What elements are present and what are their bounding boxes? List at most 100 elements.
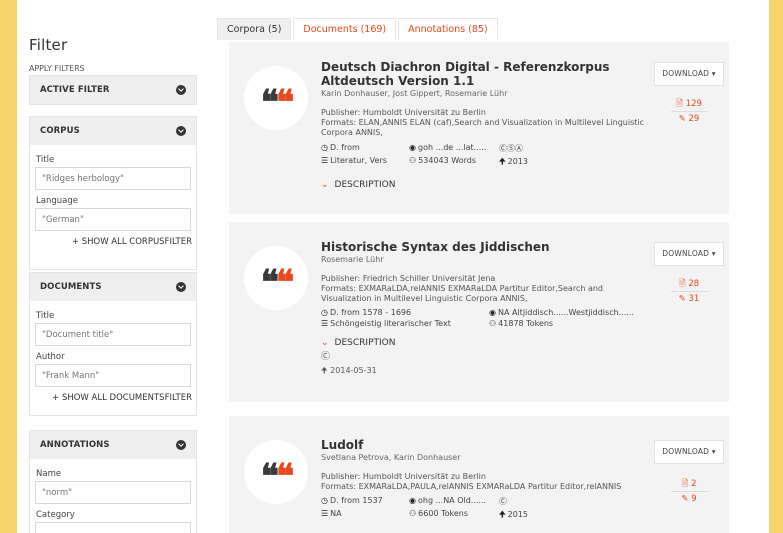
quote-icon: ❝ (276, 83, 294, 123)
download-button[interactable]: DOWNLOAD ▾ (654, 62, 724, 86)
result-formats: Formats: ELAN,ANNIS ELAN (caf),Search an… (321, 118, 645, 137)
result-authors: Karin Donhauser, Jost Gippert, Rosemarie… (321, 89, 508, 98)
annotations-filter-header[interactable]: ANNOTATIONS (30, 431, 196, 459)
result-card: ❝ ❝ Historische Syntax des Jiddischen Ros… (229, 222, 729, 402)
download-button[interactable]: DOWNLOAD ▾ (654, 242, 724, 266)
meta-genre: ☰ Schöngeistig literarischer Text (321, 319, 451, 328)
result-counts: 🗎 2 ✎ 9 (654, 478, 724, 505)
documents-filter-panel: DOCUMENTS Title Author + SHOW ALL DOCUME… (29, 272, 197, 416)
arrow-up-icon: 🠉 (321, 366, 328, 375)
result-main: Historische Syntax des Jiddischen Rosema… (321, 240, 651, 376)
tab-documents[interactable]: Documents (169) (293, 18, 397, 40)
users-icon: ⚇ (409, 509, 417, 518)
meta-language: ◉ ohg ...NA Old...... (409, 496, 487, 505)
meta-license: ⒸⓈⒶ (499, 144, 523, 153)
result-meta: ◷ D. from ◉ goh ...de ...lat..... ⒸⓈⒶ ☰ Lit… (321, 143, 651, 170)
result-meta: ◷ D. from 1537 ◉ ohg ...NA Old...... Ⓒ ☰ NA… (321, 496, 651, 523)
chevron-down-icon: ⌄ (321, 180, 329, 190)
document-author-input[interactable] (35, 364, 191, 387)
result-main: Ludolf Svetlana Petrova, Karin Donhauser… (321, 438, 651, 523)
result-publisher: Publisher: Humboldt Universität zu Berli… (321, 108, 486, 117)
chevron-down-icon[interactable] (176, 85, 186, 95)
tab-annotations[interactable]: Annotations (85) (398, 18, 498, 40)
annotation-count[interactable]: ✎ 29 (654, 113, 724, 125)
result-counts: 🗎 28 ✎ 31 (654, 278, 724, 305)
result-main: Deutsch Diachron Digital - Referenzkorpu… (321, 60, 651, 190)
result-formats: Formats: EXMARaLDA,PAULA,relANNIS EXMARa… (321, 482, 622, 491)
document-count[interactable]: 🗎 129 (654, 98, 724, 110)
tab-corpora[interactable]: Corpora (5) (217, 18, 292, 40)
meta-language: ◉ goh ...de ...lat..... (409, 143, 487, 152)
document-count[interactable]: 🗎 28 (654, 278, 724, 290)
meta-date: ◷ D. from (321, 143, 360, 152)
page: Filter APPLY FILTERS ACTIVE FILTER CORPU… (17, 0, 769, 533)
meta-size: ⚇ 6600 Tokens (409, 509, 469, 518)
result-authors: Rosemarie Lühr (321, 255, 384, 264)
result-title[interactable]: Historische Syntax des Jiddischen (321, 240, 651, 254)
meta-year: 🠉 2013 (499, 157, 528, 166)
result-card: ❝ ❝ Deutsch Diachron Digital - Referenzko… (229, 42, 729, 214)
chevron-down-icon[interactable] (176, 126, 186, 136)
corpus-filter-header[interactable]: CORPUS (30, 117, 196, 145)
corpus-language-input[interactable] (35, 208, 191, 231)
meta-year: 🠉 2014-05-31 (321, 366, 377, 375)
arrow-up-icon: 🠉 (499, 510, 506, 519)
clock-icon: ◷ (321, 143, 328, 152)
meta-date: ◷ D. from 1537 (321, 496, 383, 505)
corpus-filter-panel: CORPUS Title Language + SHOW ALL CORPUSF… (29, 116, 197, 270)
meta-genre: ☰ Literatur, Vers (321, 156, 387, 165)
globe-icon: ◉ (409, 143, 416, 152)
result-meta: ◷ D. from 1578 - 1696 ◉ NA Altjiddisch....… (321, 308, 651, 328)
corpus-filter-label: CORPUS (40, 126, 80, 136)
result-authors: Svetlana Petrova, Karin Donhauser (321, 453, 461, 462)
meta-date: ◷ D. from 1578 - 1696 (321, 308, 412, 317)
document-count[interactable]: 🗎 2 (654, 478, 724, 490)
active-filter-label: ACTIVE FILTER (40, 85, 110, 95)
download-button[interactable]: DOWNLOAD ▾ (654, 440, 724, 464)
meta-size: ⚇ 534043 Words (409, 156, 476, 165)
list-icon: ☰ (321, 319, 329, 328)
result-formats: Formats: EXMARaLDA,relANNIS EXMARaLDA Pa… (321, 284, 604, 303)
chevron-down-icon[interactable] (176, 282, 186, 292)
corpus-logo: ❝ ❝ (244, 246, 308, 310)
quote-icon: ❝ (260, 83, 279, 123)
result-publisher: Publisher: Humboldt Universität zu Berli… (321, 472, 486, 481)
annotation-count[interactable]: ✎ 31 (654, 293, 724, 305)
result-counts: 🗎 129 ✎ 29 (654, 98, 724, 125)
documents-filter-header[interactable]: DOCUMENTS (30, 273, 196, 301)
annotation-name-label: Name (36, 469, 62, 479)
annotation-name-input[interactable] (35, 481, 191, 504)
meta-size: ⚇ 41878 Tokens (489, 319, 554, 328)
apply-filters-link[interactable]: APPLY FILTERS (29, 64, 85, 73)
corpus-title-input[interactable] (35, 167, 191, 190)
list-icon: ☰ (321, 156, 329, 165)
meta-license: Ⓒ (499, 497, 507, 506)
description-toggle[interactable]: ⌄ DESCRIPTION (321, 338, 651, 348)
corpus-logo: ❝ ❝ (244, 66, 308, 130)
corpus-logo: ❝ ❝ (244, 440, 308, 504)
quote-icon: ❝ (260, 263, 279, 303)
corpus-language-label: Language (36, 196, 78, 206)
active-filter-header[interactable]: ACTIVE FILTER (30, 76, 196, 104)
show-all-documents-filter-link[interactable]: + SHOW ALL DOCUMENTSFILTER (35, 393, 196, 403)
description-label: DESCRIPTION (334, 338, 396, 348)
annotation-category-input[interactable] (35, 522, 191, 533)
chevron-down-icon[interactable] (176, 440, 186, 450)
annotation-count[interactable]: ✎ 9 (654, 493, 724, 505)
active-filter-panel: ACTIVE FILTER (29, 75, 197, 105)
description-toggle[interactable]: ⌄ DESCRIPTION (321, 180, 651, 190)
result-tabs: Corpora (5) Documents (169) Annotations … (217, 18, 500, 40)
quote-icon: ❝ (276, 263, 294, 303)
annotation-category-label: Category (36, 510, 75, 520)
chevron-down-icon: ⌄ (321, 338, 329, 348)
arrow-up-icon: 🠉 (499, 157, 506, 166)
list-icon: ☰ (321, 509, 329, 518)
globe-icon: ◉ (409, 496, 416, 505)
result-title[interactable]: Ludolf (321, 438, 651, 452)
document-title-label: Title (36, 311, 55, 321)
clock-icon: ◷ (321, 496, 328, 505)
result-title[interactable]: Deutsch Diachron Digital - Referenzkorpu… (321, 60, 651, 88)
show-all-corpus-filter-link[interactable]: + SHOW ALL CORPUSFILTER (35, 237, 196, 247)
annotations-filter-panel: ANNOTATIONS Name Category (29, 430, 197, 533)
document-title-input[interactable] (35, 323, 191, 346)
